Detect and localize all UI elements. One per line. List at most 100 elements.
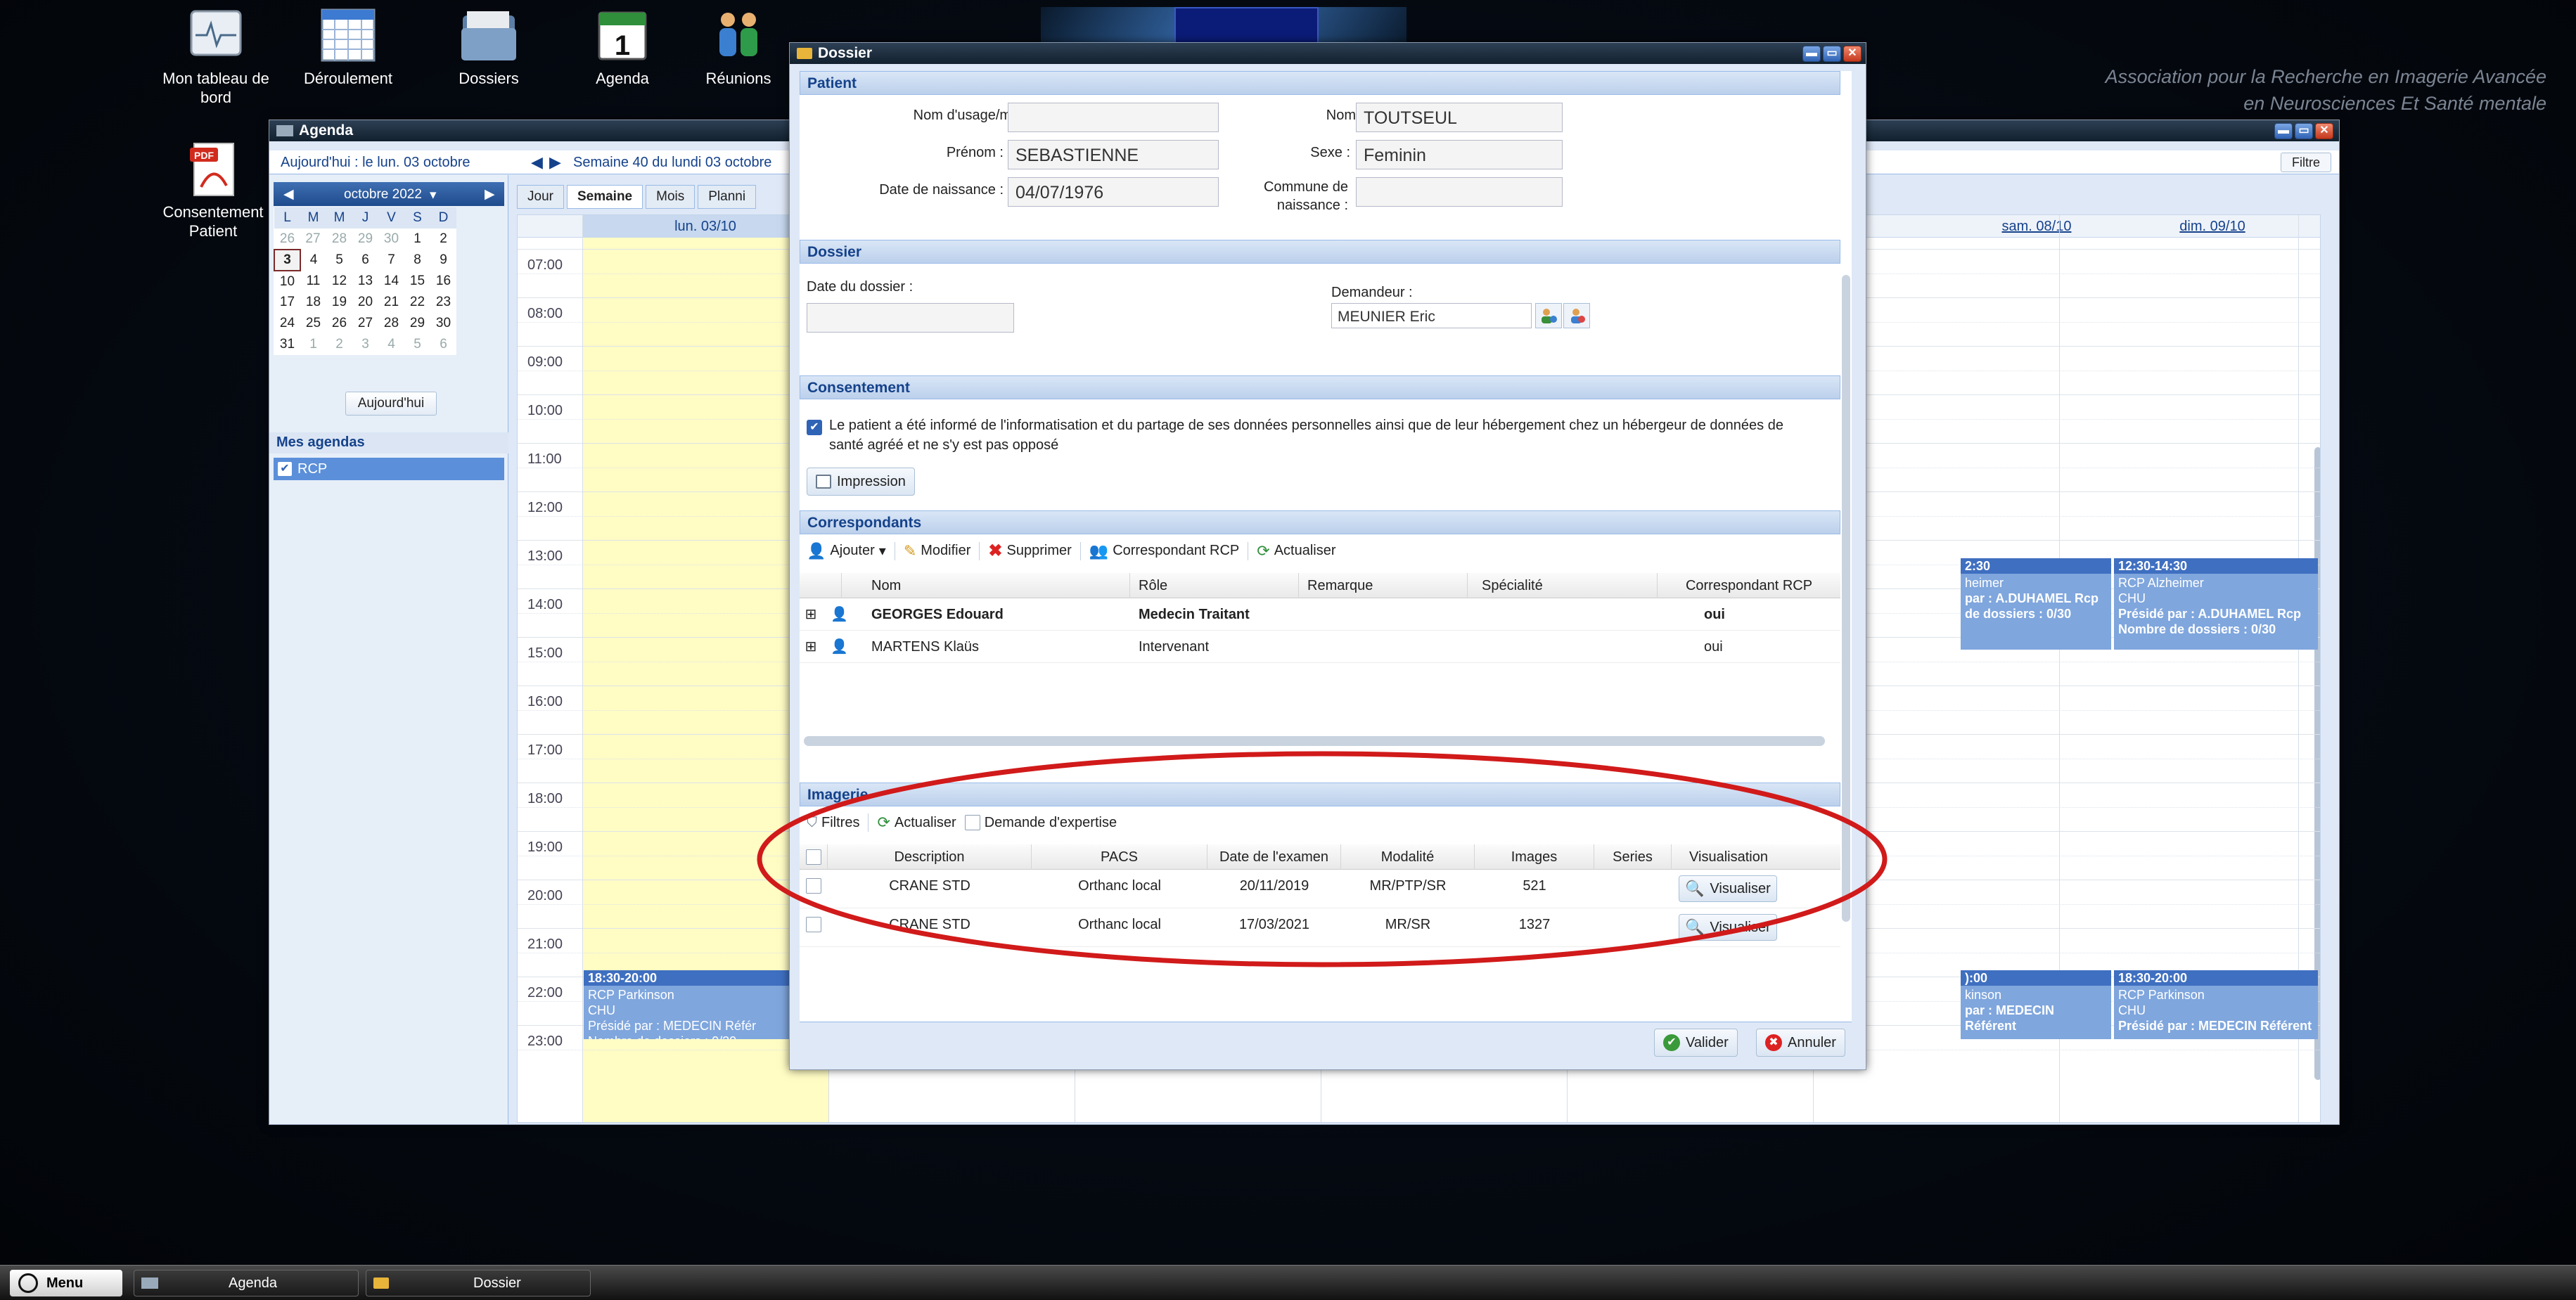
calendar-day[interactable]: 2	[326, 334, 352, 355]
col-remarque[interactable]: Remarque	[1299, 573, 1468, 598]
calendar-day[interactable]: 11	[300, 271, 326, 292]
supprimer-button[interactable]: ✖ Supprimer	[988, 541, 1071, 561]
today-button[interactable]: Aujourd'hui	[345, 392, 437, 416]
filter-button[interactable]: Filtre	[2281, 153, 2331, 172]
valider-button[interactable]: ✔ Valider	[1654, 1029, 1738, 1057]
desktop-icon-consentement[interactable]: PDF Consentement Patient	[160, 141, 266, 240]
task-dossier[interactable]: Dossier	[366, 1270, 591, 1296]
calendar-day[interactable]: 20	[352, 292, 378, 313]
desktop-icon-deroulement[interactable]: Déroulement	[292, 7, 404, 88]
maximize-button[interactable]: ▭	[2295, 123, 2313, 139]
checkbox-checked-icon[interactable]: ✔	[278, 462, 292, 476]
task-agenda[interactable]: Agenda	[134, 1270, 359, 1296]
select-demandeur-icon[interactable]	[1535, 303, 1562, 328]
expand-icon[interactable]: ⊞	[804, 631, 818, 663]
minimize-button[interactable]: ▬	[1802, 46, 1821, 62]
calendar-day[interactable]: 27	[352, 313, 378, 334]
calendar-day[interactable]: 28	[326, 229, 352, 250]
calendar-day[interactable]: 31	[274, 334, 300, 355]
table-row[interactable]: ⊞ 👤 GEORGES Edouard Medecin Traitant oui	[800, 598, 1840, 631]
calendar-day[interactable]: 26	[274, 229, 300, 250]
calendar-day[interactable]: 15	[404, 271, 430, 292]
calendar-day-today[interactable]: 3	[274, 249, 301, 271]
add-demandeur-icon[interactable]	[1563, 303, 1590, 328]
calendar-day[interactable]: 30	[430, 313, 456, 334]
calendar-day[interactable]: 1	[300, 334, 326, 355]
calendar-day[interactable]: 17	[274, 292, 300, 313]
calendar-day[interactable]: 6	[430, 334, 456, 355]
calendar-day[interactable]: 3	[352, 334, 378, 355]
desktop-icon-agenda[interactable]: 1 Agenda	[570, 7, 675, 88]
close-button[interactable]: ✕	[1843, 46, 1861, 62]
col-correspondant-rcp[interactable]: Correspondant RCP	[1658, 573, 1840, 598]
sexe-field[interactable]: Feminin	[1356, 140, 1563, 169]
menu-button[interactable]: Menu	[10, 1270, 122, 1296]
prev-month-icon[interactable]: ◀	[283, 186, 294, 202]
calendar-day[interactable]: 12	[326, 271, 352, 292]
impression-button[interactable]: Impression	[807, 468, 915, 496]
calendar-day[interactable]: 18	[300, 292, 326, 313]
tab-mois[interactable]: Mois	[646, 185, 696, 209]
event-sat-alzheimer[interactable]: 2:30 heimer par : A.DUHAMEL Rcp de dossi…	[1961, 558, 2111, 650]
calendar-day[interactable]: 5	[404, 334, 430, 355]
calendar-day[interactable]: 29	[404, 313, 430, 334]
calendar-day[interactable]: 1	[404, 229, 430, 250]
next-month-icon[interactable]: ▶	[485, 186, 495, 202]
calendar-day[interactable]: 29	[352, 229, 378, 250]
ddn-field[interactable]: 04/07/1976	[1008, 177, 1219, 207]
calendar-day[interactable]: 16	[430, 271, 456, 292]
calendar-day[interactable]: 6	[352, 250, 378, 271]
close-button[interactable]: ✕	[2315, 123, 2333, 139]
calendar-day[interactable]: 14	[378, 271, 404, 292]
modifier-button[interactable]: ✎ Modifier	[904, 542, 971, 560]
tab-jour[interactable]: Jour	[517, 185, 564, 209]
desktop-icon-dossiers[interactable]: Dossiers	[436, 7, 542, 88]
demandeur-field[interactable]: MEUNIER Eric	[1331, 303, 1532, 328]
tab-semaine[interactable]: Semaine	[566, 185, 643, 209]
month-label[interactable]: octobre 2022	[344, 187, 422, 202]
day-header-sun[interactable]: dim. 09/10	[2142, 215, 2283, 238]
ajouter-button[interactable]: 👤 Ajouter ▾	[807, 542, 886, 560]
calendar-day[interactable]: 4	[300, 250, 326, 271]
commune-field[interactable]	[1356, 177, 1563, 207]
calendar-day[interactable]: 23	[430, 292, 456, 313]
calendar-day[interactable]: 25	[300, 313, 326, 334]
minimize-button[interactable]: ▬	[2274, 123, 2293, 139]
calendar-day[interactable]: 30	[378, 229, 404, 250]
calendar-day[interactable]: 8	[404, 250, 430, 271]
calendar-day[interactable]: 7	[378, 250, 404, 271]
calendar-day[interactable]: 2	[430, 229, 456, 250]
calendar-day[interactable]: 13	[352, 271, 378, 292]
prev-week-arrow-icon[interactable]: ◀	[531, 153, 543, 172]
actualiser-button[interactable]: ⟳ Actualiser	[1257, 542, 1335, 560]
event-sun-parkinson[interactable]: 18:30-20:00 RCP Parkinson CHU Présidé pa…	[2114, 970, 2318, 1039]
event-sat-parkinson[interactable]: ):00 kinson par : MEDECIN Référent	[1961, 970, 2111, 1039]
agenda-item-rcp[interactable]: ✔ RCP	[274, 458, 504, 480]
col-nom[interactable]: Nom	[842, 573, 1130, 598]
prenom-field[interactable]: SEBASTIENNE	[1008, 140, 1219, 169]
calendar-day[interactable]: 21	[378, 292, 404, 313]
annuler-button[interactable]: ✖ Annuler	[1756, 1029, 1845, 1057]
desktop-icon-reunions[interactable]: Réunions	[693, 7, 784, 88]
day-header-sat[interactable]: sam. 08/10	[1966, 215, 2107, 238]
table-row[interactable]: ⊞ 👤 MARTENS Klaüs Intervenant oui	[800, 631, 1840, 663]
calendar-day[interactable]: 9	[430, 250, 456, 271]
calendar-day[interactable]: 10	[274, 271, 300, 292]
date-dossier-field[interactable]	[807, 303, 1014, 333]
maximize-button[interactable]: ▭	[1823, 46, 1841, 62]
consent-checkbox[interactable]: ✔	[807, 420, 822, 435]
calendar-day[interactable]: 19	[326, 292, 352, 313]
calendar-day[interactable]: 28	[378, 313, 404, 334]
nom-usage-field[interactable]	[1008, 103, 1219, 132]
tab-planning[interactable]: Planni	[698, 185, 757, 209]
calendar-day[interactable]: 24	[274, 313, 300, 334]
col-role[interactable]: Rôle	[1130, 573, 1299, 598]
next-week-arrow-icon[interactable]: ▶	[549, 153, 561, 172]
calendar-day[interactable]: 26	[326, 313, 352, 334]
col-specialite[interactable]: Spécialité	[1468, 573, 1658, 598]
event-sun-alzheimer[interactable]: 12:30-14:30 RCP Alzheimer CHU Présidé pa…	[2114, 558, 2318, 650]
calendar-day[interactable]: 5	[326, 250, 352, 271]
correspondant-rcp-button[interactable]: 👥 Correspondant RCP	[1089, 542, 1240, 560]
chevron-down-icon[interactable]: ▾	[430, 187, 437, 203]
nom-naissance-field[interactable]: TOUTSEUL	[1356, 103, 1563, 132]
